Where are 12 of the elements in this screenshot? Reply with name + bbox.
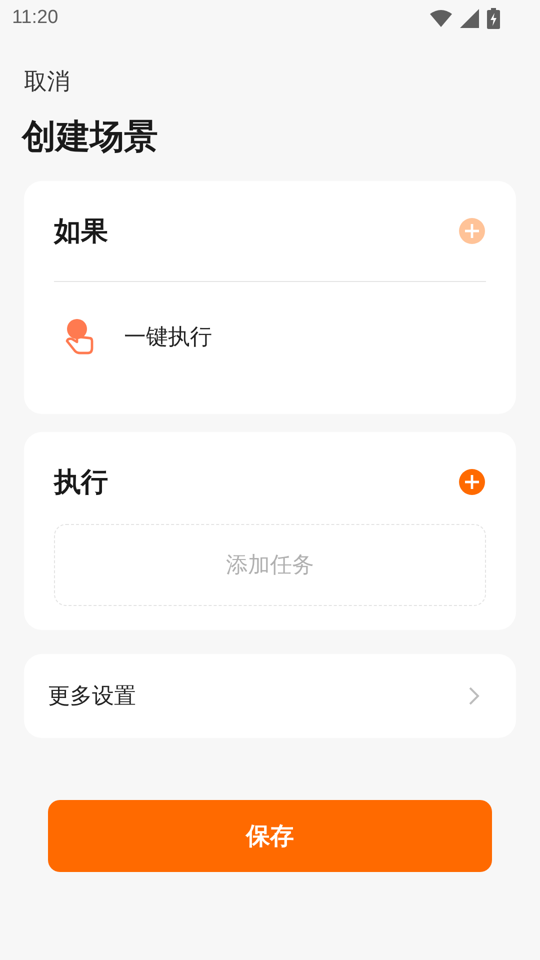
page-title: 创建场景: [22, 116, 159, 159]
cancel-button[interactable]: 取消: [24, 66, 70, 97]
chevron-right-icon: [468, 686, 480, 706]
status-time: 11:20: [12, 7, 58, 29]
section-title: 执行: [54, 466, 108, 500]
battery-icon: [487, 8, 500, 28]
add-icon[interactable]: [458, 468, 486, 496]
wifi-icon: [430, 9, 452, 27]
signal-icon: [460, 8, 479, 28]
section-title: 如果: [54, 215, 108, 249]
trigger-label[interactable]: 一键执行: [124, 322, 212, 352]
more-settings-row[interactable]: 更多设置: [24, 654, 516, 738]
